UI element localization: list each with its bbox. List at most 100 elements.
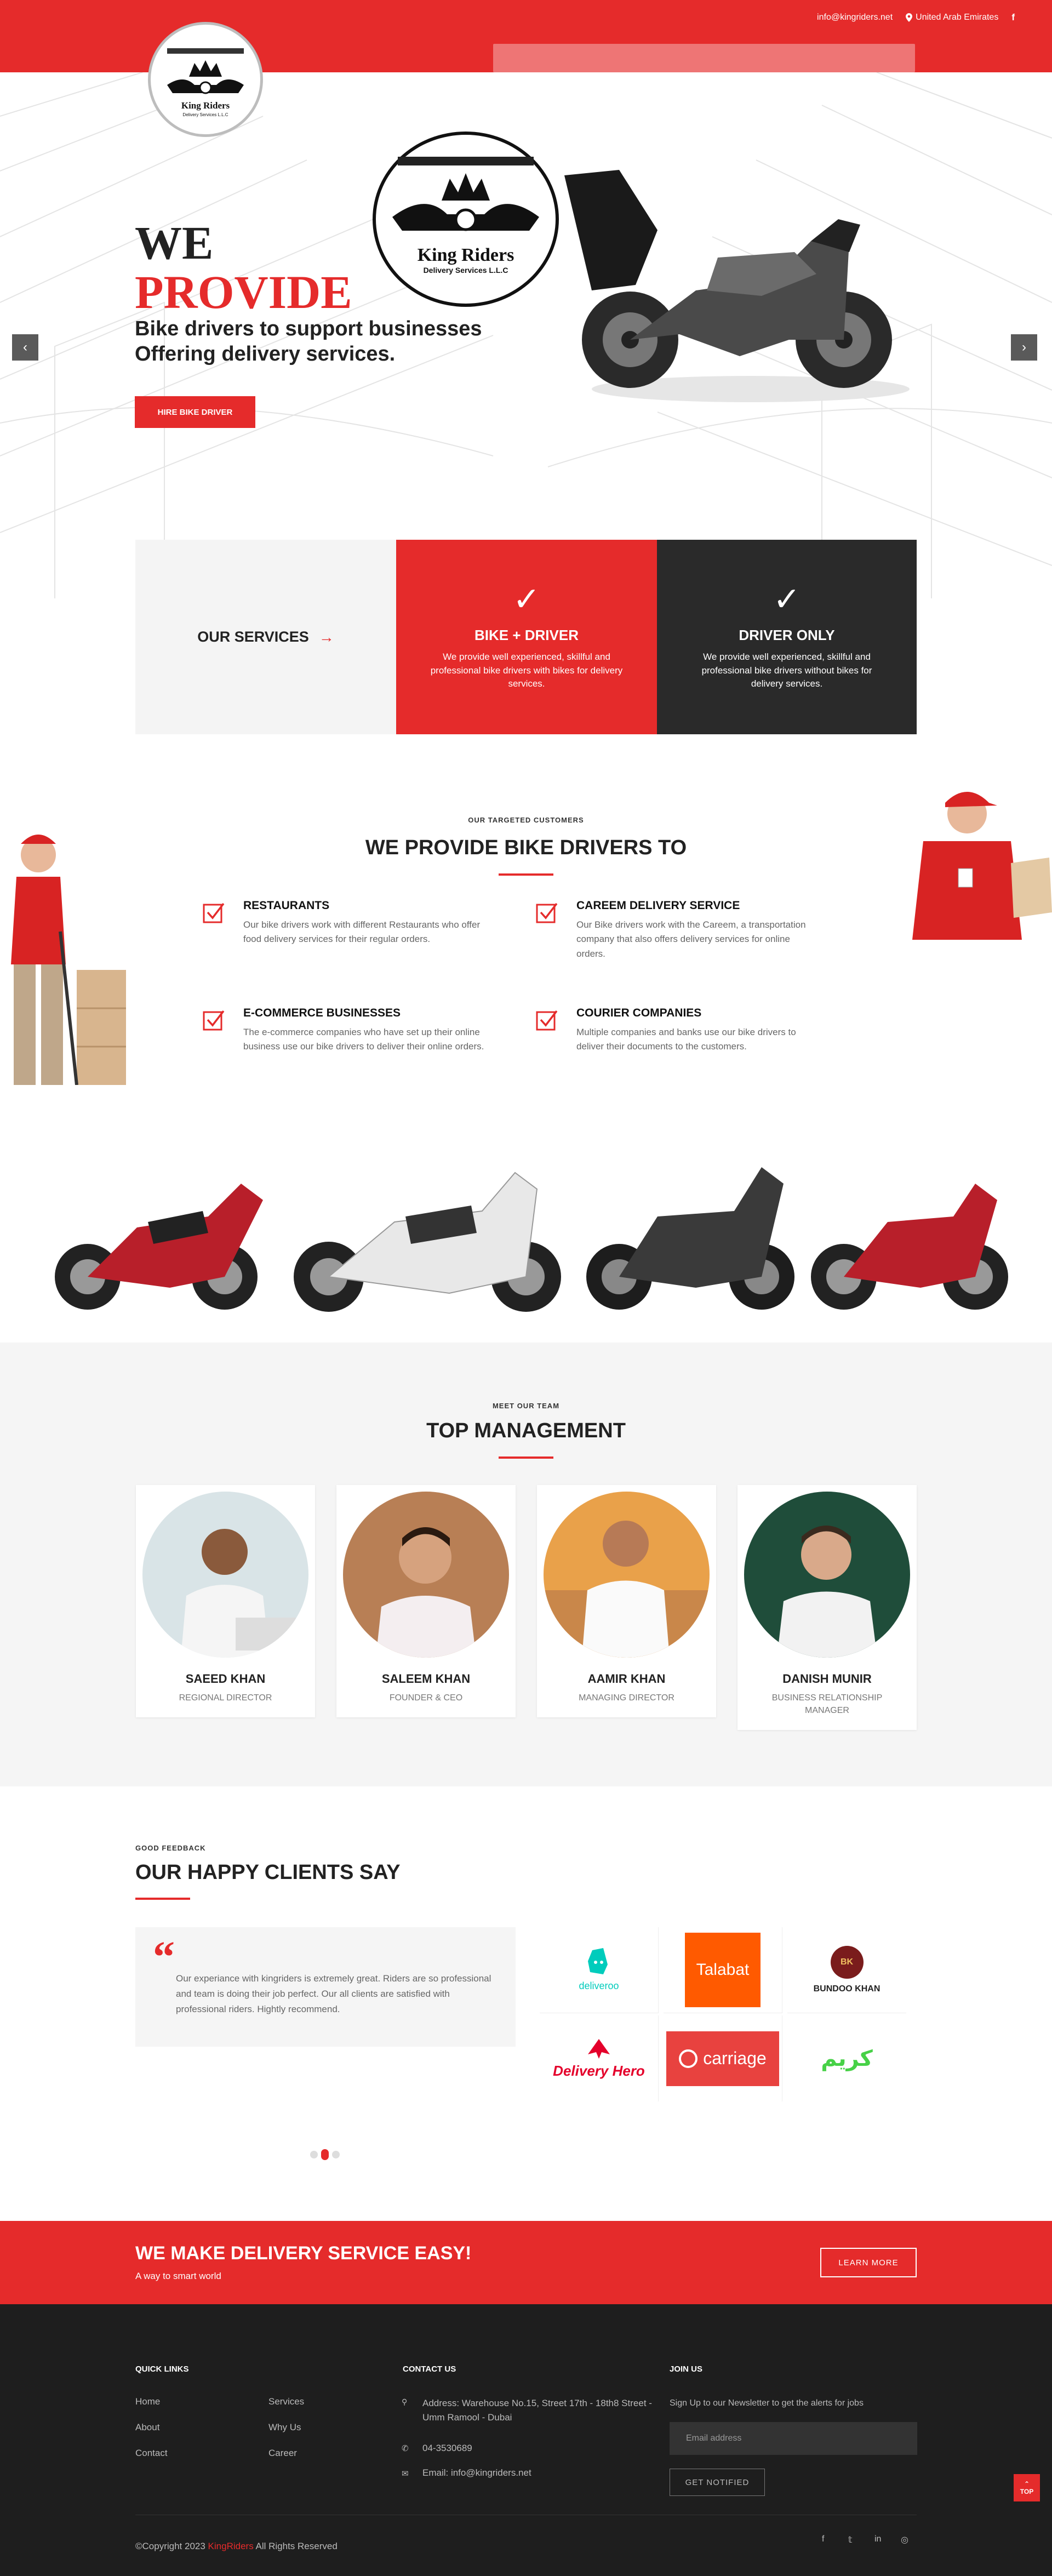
footer-phone[interactable]: 04-3530689 <box>422 2443 472 2454</box>
pagination-dot-active[interactable] <box>321 2149 329 2160</box>
cta-banner: WE MAKE DELIVERY SERVICE EASY! A way to … <box>0 2221 1052 2304</box>
instagram-icon[interactable]: ◎ <box>901 2534 908 2545</box>
newsletter-email-input[interactable]: Email address <box>670 2422 917 2455</box>
team-role: FOUNDER & CEO <box>389 1693 463 1703</box>
talabat-logo: Talabat <box>664 1927 782 2013</box>
careem-logo: كريم <box>787 2015 906 2101</box>
logo-wordmark: King Riders <box>181 100 230 111</box>
client-logo-grid: deliveroo Talabat BK BUNDOO KHAN Deliver… <box>540 1927 917 2101</box>
target-description: Our Bike drivers work with the Careem, a… <box>576 919 806 959</box>
target-item-restaurants: RESTAURANTS Our bike drivers work with d… <box>203 899 488 947</box>
target-description: The e-commerce companies who have set up… <box>243 1027 484 1052</box>
logo-text: carriage <box>703 2048 767 2068</box>
learn-more-button[interactable]: LEARN MORE <box>820 2248 917 2277</box>
map-marker-icon: ⚲ <box>402 2397 408 2406</box>
slider-prev-button[interactable]: ‹ <box>12 334 38 361</box>
logo-text: كريم <box>821 2046 873 2071</box>
join-us-title: JOIN US <box>670 2364 703 2374</box>
bike-driver-service-card[interactable]: ✓ BIKE + DRIVER We provide well experien… <box>396 540 657 734</box>
cta-subtitle: A way to smart world <box>135 2271 221 2281</box>
main-navigation[interactable] <box>493 44 915 72</box>
team-kicker: MEET OUR TEAM <box>492 1402 560 1410</box>
team-card: AAMIR KHAN MANAGING DIRECTOR <box>537 1485 716 1718</box>
team-name: SAEED KHAN <box>185 1672 266 1686</box>
service-title: DRIVER ONLY <box>739 627 835 644</box>
clients-title: OUR HAPPY CLIENTS SAY <box>135 1861 401 1884</box>
scroll-to-top-button[interactable]: ⌃ TOP <box>1014 2474 1040 2501</box>
driver-only-service-card[interactable]: ✓ DRIVER ONLY We provide well experience… <box>657 540 917 734</box>
pagination-dot[interactable] <box>310 2151 318 2158</box>
map-pin-icon <box>906 13 913 22</box>
copyright-brand-link[interactable]: KingRiders <box>208 2541 254 2551</box>
pagination-dot[interactable] <box>332 2151 340 2158</box>
target-description: Multiple companies and banks use our bik… <box>576 1027 796 1052</box>
red-bike-2 <box>811 1184 1008 1310</box>
service-title: BIKE + DRIVER <box>474 627 579 644</box>
deliveroo-logo: deliveroo <box>540 1927 659 2013</box>
our-services-panel[interactable]: OUR SERVICES → <box>135 540 396 734</box>
testimonial-card: “ Our experiance with kingriders is extr… <box>135 1927 516 2047</box>
footer-link-contact[interactable]: Contact <box>135 2448 168 2459</box>
hero-logo-emblem: King Riders Delivery Services L.L.C <box>373 132 559 307</box>
title-underline <box>499 873 553 876</box>
target-description: Our bike drivers work with different Res… <box>243 919 481 945</box>
clients-kicker: GOOD FEEDBACK <box>135 1844 206 1852</box>
footer-link-services[interactable]: Services <box>268 2396 304 2407</box>
target-title: COURIER COMPANIES <box>576 1007 702 1019</box>
contact-info-bar: info@kingriders.net United Arab Emirates… <box>817 12 1015 23</box>
copyright-prefix: ©Copyright 2023 <box>135 2541 208 2551</box>
linkedin-icon[interactable]: in <box>874 2534 881 2544</box>
footer-address: Address: Warehouse No.15, Street 17th - … <box>422 2398 652 2423</box>
footer-link-career[interactable]: Career <box>268 2448 297 2459</box>
email-link[interactable]: info@kingriders.net <box>817 13 893 22</box>
checkbox-icon <box>536 903 558 923</box>
facebook-icon[interactable]: f <box>1011 12 1015 23</box>
red-bike-1 <box>55 1184 263 1310</box>
footer-link-why-us[interactable]: Why Us <box>268 2422 301 2433</box>
target-item-ecommerce: E-COMMERCE BUSINESSES The e-commerce com… <box>203 1007 488 1054</box>
location-label: United Arab Emirates <box>916 13 999 22</box>
testimonial-text: Our experiance with kingriders is extrem… <box>176 1973 491 2015</box>
footer-link-about[interactable]: About <box>135 2422 159 2433</box>
to-top-label: TOP <box>1020 2488 1034 2495</box>
target-item-courier: COURIER COMPANIES Multiple companies and… <box>536 1007 821 1054</box>
contact-us-title: CONTACT US <box>403 2364 456 2374</box>
slider-next-button[interactable]: › <box>1011 334 1037 361</box>
hire-bike-driver-button[interactable]: HIRE BIKE DRIVER <box>135 396 255 428</box>
logo-text: deliveroo <box>579 1980 619 1991</box>
phone-icon: ✆ <box>402 2444 409 2453</box>
hero-subtitle: Bike drivers to support businesses Offer… <box>135 317 482 365</box>
site-logo[interactable]: King Riders Delivery Services L.L.C <box>148 22 263 137</box>
bundoo-khan-logo: BK BUNDOO KHAN <box>787 1927 906 2013</box>
team-role: REGIONAL DIRECTOR <box>179 1693 272 1703</box>
title-underline <box>135 1898 190 1900</box>
twitter-icon[interactable]: 𝕥 <box>848 2534 852 2545</box>
footer-email[interactable]: Email: info@kingriders.net <box>422 2468 531 2478</box>
logo-text: BUNDOO KHAN <box>813 1984 881 1994</box>
white-bike <box>294 1172 561 1312</box>
testimonial-pagination[interactable] <box>310 2149 340 2160</box>
team-photo <box>544 1492 710 1658</box>
king-riders-logo-image: King Riders Delivery Services L.L.C <box>167 48 244 117</box>
checkmark-icon: ✓ <box>512 581 541 618</box>
team-role: BUSINESS RELATIONSHIP MANAGER <box>771 1693 883 1716</box>
logo-text: Delivery Hero <box>553 2062 645 2079</box>
facebook-icon[interactable]: f <box>822 2534 824 2544</box>
delivery-man-with-bag-image <box>912 792 1052 940</box>
quote-icon: “ <box>153 1933 175 1981</box>
checkbox-icon <box>536 1010 558 1031</box>
team-card: DANISH MUNIR BUSINESS RELATIONSHIP MANAG… <box>737 1485 917 1730</box>
team-photo <box>142 1492 308 1658</box>
our-services-label: OUR SERVICES <box>197 629 309 645</box>
footer: QUICK LINKS Home About Contact Services … <box>0 2304 1052 2576</box>
get-notified-button[interactable]: GET NOTIFIED <box>670 2469 765 2496</box>
copyright-text: ©Copyright 2023 KingRiders All Rights Re… <box>135 2541 338 2552</box>
arrow-right-icon: → <box>318 628 334 646</box>
join-us-text: Sign Up to our Newsletter to get the ale… <box>670 2398 864 2408</box>
location-text: United Arab Emirates <box>906 13 998 22</box>
footer-link-home[interactable]: Home <box>135 2396 160 2407</box>
target-item-careem: CAREEM DELIVERY SERVICE Our Bike drivers… <box>536 899 821 961</box>
logo-text: Talabat <box>685 1933 761 2007</box>
team-name: AAMIR KHAN <box>587 1672 666 1686</box>
team-title: TOP MANAGEMENT <box>426 1419 626 1442</box>
